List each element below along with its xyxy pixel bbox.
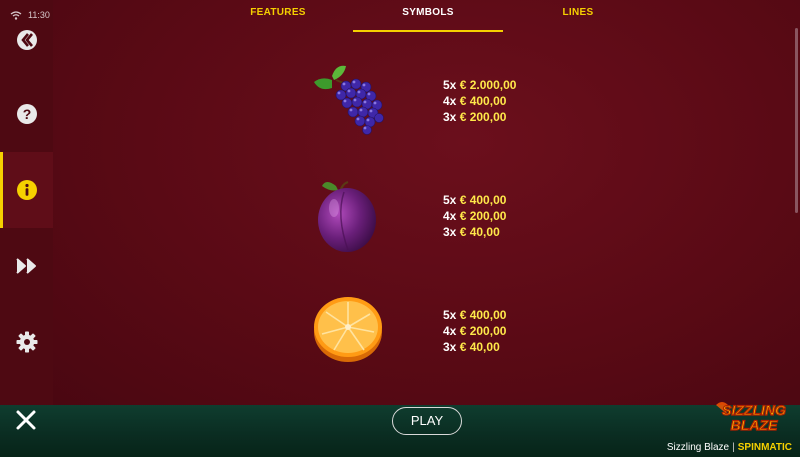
tab-lines[interactable]: LINES: [503, 0, 653, 30]
payout-row: 4x € 200,00: [443, 209, 507, 223]
logo-text-1: SIZZLING: [722, 402, 786, 418]
svg-text:?: ?: [22, 106, 31, 122]
close-icon: [16, 410, 36, 430]
back-icon: [16, 30, 37, 50]
tab-symbols[interactable]: SYMBOLS: [353, 0, 503, 32]
payout-row: 4x € 200,00: [443, 324, 507, 338]
payout-row: 3x € 40,00: [443, 225, 500, 239]
game-info-panel: [53, 0, 800, 405]
tab-features[interactable]: FEATURES: [203, 0, 353, 30]
scrollbar[interactable]: [795, 28, 798, 213]
info-icon: [16, 180, 37, 200]
info-button[interactable]: [0, 152, 53, 228]
plum-payouts: 5x € 400,00 4x € 200,00 3x € 40,00: [443, 192, 506, 240]
sidebar: 11:30 ?: [0, 0, 53, 405]
payout-row: 4x € 400,00: [443, 94, 507, 108]
brand-separator: |: [732, 442, 735, 453]
payout-row: 5x € 2.000,00: [443, 78, 517, 92]
game-brand: Sizzling Blaze | SPINMATIC: [667, 442, 792, 453]
payout-row: 5x € 400,00: [443, 193, 507, 207]
close-button[interactable]: [12, 405, 40, 435]
help-button[interactable]: ?: [0, 76, 53, 152]
payout-row: 3x € 200,00: [443, 110, 507, 124]
orange-symbol: [314, 297, 382, 362]
gear-icon: [16, 331, 37, 353]
grapes-payouts: 5x € 2.000,00 4x € 400,00 3x € 200,00: [443, 77, 516, 125]
play-button[interactable]: PLAY: [392, 407, 462, 435]
fast-forward-icon: [15, 258, 36, 274]
game-logo: SIZZLING BLAZE: [716, 401, 787, 434]
payout-row: 5x € 400,00: [443, 308, 507, 322]
orange-payouts: 5x € 400,00 4x € 200,00 3x € 40,00: [443, 307, 506, 355]
game-name: Sizzling Blaze: [666, 442, 730, 453]
fast-forward-button[interactable]: [0, 228, 53, 304]
payout-row: 3x € 40,00: [443, 340, 500, 354]
studio-name: SPINMATIC: [737, 442, 792, 453]
tab-bar: FEATURES SYMBOLS LINES: [203, 0, 733, 32]
plum-symbol: [318, 180, 376, 252]
settings-button[interactable]: [0, 304, 53, 380]
help-icon: ?: [16, 104, 37, 124]
logo-text-2: BLAZE: [731, 417, 778, 433]
grapes-symbol: [314, 65, 384, 135]
back-button[interactable]: [0, 0, 53, 76]
